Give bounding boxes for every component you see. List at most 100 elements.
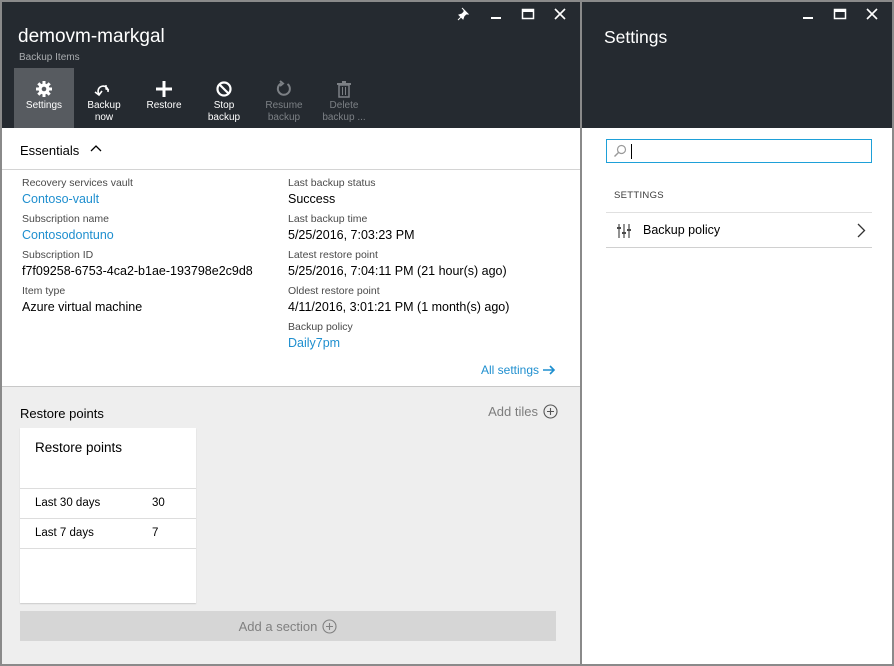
pin-button[interactable] [448,4,480,24]
blade-subtitle: Backup Items [19,52,80,63]
prop-last-backup-time: Last backup time 5/25/2016, 7:03:23 PM [288,212,509,248]
backup-policy-link[interactable]: Daily7pm [288,334,509,352]
prop-label: Last backup status [288,177,376,189]
stop-backup-command-label: Stop backup [207,100,241,123]
prop-subscription-id: Subscription ID f7f09258-6753-4ca2-b1ae-… [22,248,253,284]
essentials-column-right: Last backup status Success Last backup t… [288,176,509,356]
add-section-button[interactable]: Add a section [20,611,556,641]
close-icon [866,8,878,20]
add-circle-icon [543,404,558,419]
essentials-header[interactable]: Essentials [2,128,580,170]
prop-label: Latest restore point [288,249,378,261]
prop-label: Last backup time [288,213,368,225]
tile-title: Restore points [35,440,123,455]
restore-points-tile[interactable]: Restore points Last 30 days 30 Last 7 da… [20,428,196,603]
settings-section-label: SETTINGS [614,190,664,201]
subscription-link[interactable]: Contosodontuno [22,226,253,244]
stop-icon [216,81,232,97]
minimize-icon [803,17,813,19]
minimize-icon [491,17,501,19]
window-controls [792,4,888,24]
vault-link[interactable]: Contoso-vault [22,190,253,208]
command-bar: Settings Backup now Restore Stop backup … [14,68,374,128]
settings-blade-title: Settings [604,27,668,47]
blade-header: demovm-markgal Backup Items Settings Bac… [2,2,580,128]
prop-value: 4/11/2016, 3:01:21 PM (1 month(s) ago) [288,300,510,314]
prop-value: f7f09258-6753-4ca2-b1ae-193798e2c9d8 [22,264,253,278]
section-title: Restore points [20,406,104,421]
delete-backup-command-label: Delete backup ... [322,100,366,123]
gear-icon [36,81,52,97]
settings-item-label: Backup policy [643,223,721,237]
minimize-button[interactable] [480,4,512,24]
add-circle-icon [322,618,337,634]
close-button[interactable] [856,4,888,24]
prop-label: Backup policy [288,321,353,333]
prop-label: Oldest restore point [288,285,380,297]
row-label: Last 30 days [35,497,101,509]
add-tiles-button[interactable]: Add tiles [488,404,558,419]
prop-latest-restore-point: Latest restore point 5/25/2016, 7:04:11 … [288,248,509,284]
backup-item-blade: demovm-markgal Backup Items Settings Bac… [2,2,580,664]
settings-command-label: Settings [25,100,63,111]
policy-sliders-icon [617,224,631,238]
prop-last-backup-status: Last backup status Success [288,176,509,212]
maximize-icon [833,8,847,20]
prop-label: Subscription ID [22,249,94,261]
prop-label: Subscription name [22,213,109,225]
close-button[interactable] [544,4,576,24]
search-icon [614,144,627,157]
maximize-button[interactable] [512,4,544,24]
add-tiles-label: Add tiles [488,404,538,419]
backup-now-command-label: Backup now [87,100,121,123]
prop-label: Recovery services vault [22,177,133,189]
stop-backup-command[interactable]: Stop backup [194,68,254,128]
row-value: 7 [152,527,159,539]
arrow-right-icon [543,365,556,375]
row-value: 30 [152,497,165,509]
blade-title: demovm-markgal [18,26,165,47]
delete-backup-command[interactable]: Delete backup ... [314,68,374,128]
backup-now-icon [94,85,110,97]
prop-label: Item type [22,285,66,297]
window-controls [448,4,576,24]
prop-value: 5/25/2016, 7:04:11 PM (21 hour(s) ago) [288,264,507,278]
settings-blade-header: Settings [582,2,892,128]
trash-icon [337,81,351,98]
all-settings-link[interactable]: All settings [481,363,556,377]
prop-subscription-name: Subscription name Contosodontuno [22,212,253,248]
table-row: Last 7 days 7 [20,518,196,548]
table-row: Last 30 days 30 [20,488,196,518]
restore-command-label: Restore [146,100,182,111]
resume-backup-command-label: Resume backup [265,100,303,123]
settings-item-backup-policy[interactable]: Backup policy [606,212,872,248]
essentials-column-left: Recovery services vault Contoso-vault Su… [22,176,253,320]
prop-value: Azure virtual machine [22,300,143,314]
prop-oldest-restore-point: Oldest restore point 4/11/2016, 3:01:21 … [288,284,509,320]
essentials-title: Essentials [20,143,80,158]
settings-search-input[interactable] [606,139,872,163]
prop-item-type: Item type Azure virtual machine [22,284,253,320]
resume-icon [276,80,291,96]
prop-value: 5/25/2016, 7:03:23 PM [288,228,415,242]
plus-icon [156,81,172,97]
prop-backup-policy: Backup policy Daily7pm [288,320,509,356]
chevron-up-icon[interactable] [90,144,102,152]
all-settings-label: All settings [480,363,539,377]
add-section-label: Add a section [238,618,318,634]
minimize-button[interactable] [792,4,824,24]
settings-blade: Settings SETTINGS Backup policy [582,2,892,664]
backup-now-command[interactable]: Backup now [74,68,134,128]
restore-points-section: Restore points Add tiles Restore points … [2,386,580,664]
settings-command[interactable]: Settings [14,68,74,128]
row-divider [20,548,196,549]
restore-command[interactable]: Restore [134,68,194,128]
resume-backup-command[interactable]: Resume backup [254,68,314,128]
prop-value: Success [288,192,336,206]
close-icon [554,8,566,20]
row-label: Last 7 days [35,527,94,539]
maximize-button[interactable] [824,4,856,24]
prop-recovery-vault: Recovery services vault Contoso-vault [22,176,253,212]
pin-icon [457,7,470,21]
text-caret [631,144,632,159]
